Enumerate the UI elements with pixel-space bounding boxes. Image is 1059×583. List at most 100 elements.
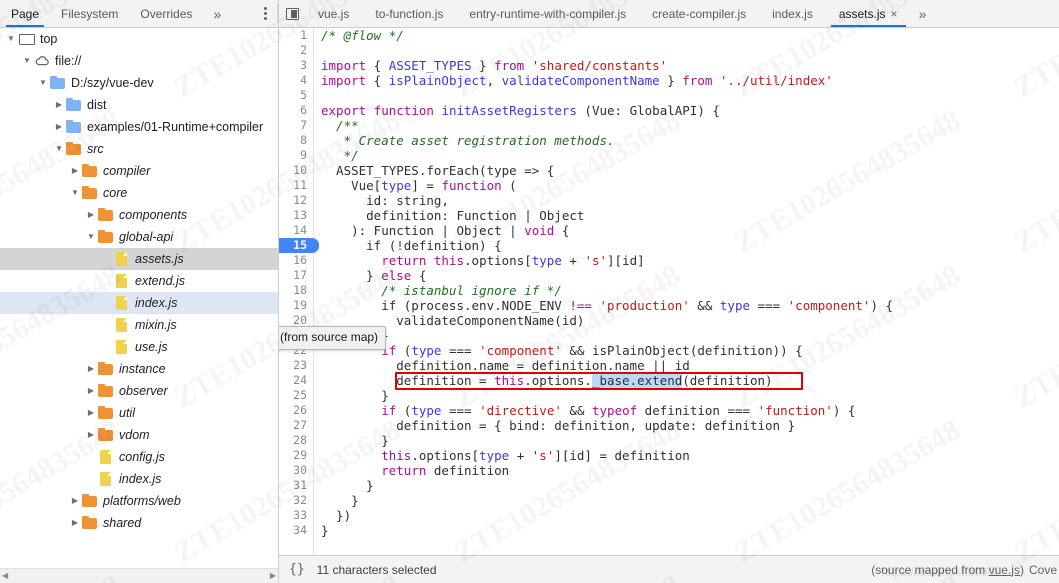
code-line-21[interactable]: 21 }	[279, 328, 1059, 343]
code-line-23[interactable]: 23 definition.name = definition.name || …	[279, 358, 1059, 373]
tree-item-mixin-js[interactable]: mixin.js	[0, 314, 278, 336]
source-tab-vue-js[interactable]: vue.js	[305, 0, 362, 27]
twisty-closed-icon[interactable]	[52, 98, 66, 112]
line-number[interactable]: 9	[279, 148, 313, 163]
line-number[interactable]: 34	[279, 523, 313, 538]
line-number[interactable]: 23	[279, 358, 313, 373]
code-editor[interactable]: 1/* @flow */2 3 import { ASSET_TYPES } fro…	[279, 28, 1059, 555]
twisty-open-icon[interactable]	[36, 76, 50, 90]
line-number[interactable]: 3	[279, 58, 313, 73]
twisty-closed-icon[interactable]	[84, 208, 98, 222]
code-line-22[interactable]: 22 if (type === 'component' && isPlainOb…	[279, 343, 1059, 358]
tree-item-use-js[interactable]: use.js	[0, 336, 278, 358]
code-line-3[interactable]: 3 import { ASSET_TYPES } from 'shared/con…	[279, 58, 1059, 73]
navigator-horizontal-scrollbar[interactable]: ◀ ▶	[0, 568, 278, 583]
line-number[interactable]: 10	[279, 163, 313, 178]
code-line-29[interactable]: 29 this.options[type + 's'][id] = defini…	[279, 448, 1059, 463]
tree-item-extend-js[interactable]: extend.js	[0, 270, 278, 292]
twisty-closed-icon[interactable]	[84, 384, 98, 398]
line-number[interactable]: 18	[279, 283, 313, 298]
code-line-30[interactable]: 30 return definition	[279, 463, 1059, 478]
line-number[interactable]: 11	[279, 178, 313, 193]
code-line-17[interactable]: 17 } else {	[279, 268, 1059, 283]
code-line-25[interactable]: 25 }	[279, 388, 1059, 403]
tree-item-config-js[interactable]: config.js	[0, 446, 278, 468]
code-line-28[interactable]: 28 }	[279, 433, 1059, 448]
code-line-14[interactable]: 14 ): Function | Object | void {	[279, 223, 1059, 238]
code-line-31[interactable]: 31 }	[279, 478, 1059, 493]
coverage-label[interactable]: Cove	[1029, 563, 1057, 577]
pretty-print-icon[interactable]: {}	[289, 562, 305, 577]
code-line-32[interactable]: 32 }	[279, 493, 1059, 508]
code-line-18[interactable]: 18 /* istanbul ignore if */	[279, 283, 1059, 298]
tree-item-index-js[interactable]: index.js	[0, 292, 278, 314]
twisty-closed-icon[interactable]	[84, 406, 98, 420]
line-number[interactable]: 33	[279, 508, 313, 523]
line-number[interactable]: 30	[279, 463, 313, 478]
twisty-closed-icon[interactable]	[68, 516, 82, 530]
tree-item-src[interactable]: src	[0, 138, 278, 160]
code-line-11[interactable]: 11 Vue[type] = function (	[279, 178, 1059, 193]
twisty-open-icon[interactable]	[4, 32, 18, 46]
code-line-10[interactable]: 10 ASSET_TYPES.forEach(type => {	[279, 163, 1059, 178]
code-line-5[interactable]: 5	[279, 88, 1059, 103]
code-line-6[interactable]: 6 export function initAssetRegisters (Vue…	[279, 103, 1059, 118]
tree-item-core[interactable]: core	[0, 182, 278, 204]
source-more-tabs-icon[interactable]: »	[911, 0, 935, 27]
tree-item-examples-01-runtime-compiler[interactable]: examples/01-Runtime+compiler	[0, 116, 278, 138]
tree-item-index-js[interactable]: index.js	[0, 468, 278, 490]
line-number[interactable]: 14	[279, 223, 313, 238]
scroll-left-arrow-icon[interactable]: ◀	[2, 572, 8, 580]
line-number[interactable]: 1	[279, 28, 313, 43]
twisty-open-icon[interactable]	[52, 142, 66, 156]
tab-filesystem[interactable]: Filesystem	[50, 0, 129, 27]
twisty-open-icon[interactable]	[84, 230, 98, 244]
tree-item-file[interactable]: file://	[0, 50, 278, 72]
code-line-8[interactable]: 8 * Create asset registration methods.	[279, 133, 1059, 148]
tree-item-shared[interactable]: shared	[0, 512, 278, 534]
source-tab-to-function-js[interactable]: to-function.js	[362, 0, 456, 27]
scroll-right-arrow-icon[interactable]: ▶	[270, 572, 276, 580]
code-line-26[interactable]: 26 if (type === 'directive' && typeof de…	[279, 403, 1059, 418]
source-tab-index-js[interactable]: index.js	[759, 0, 826, 27]
twisty-closed-icon[interactable]	[84, 362, 98, 376]
code-line-7[interactable]: 7 /**	[279, 118, 1059, 133]
twisty-open-icon[interactable]	[20, 54, 34, 68]
source-tab-assets-js[interactable]: assets.js ×	[826, 0, 911, 27]
twisty-closed-icon[interactable]	[52, 120, 66, 134]
line-number[interactable]: 15	[279, 238, 319, 253]
code-line-9[interactable]: 9 */	[279, 148, 1059, 163]
code-line-19[interactable]: 19 if (process.env.NODE_ENV !== 'product…	[279, 298, 1059, 313]
line-number[interactable]: 6	[279, 103, 313, 118]
line-number[interactable]: 4	[279, 73, 313, 88]
source-tab-create-compiler-js[interactable]: create-compiler.js	[639, 0, 759, 27]
tree-item-instance[interactable]: instance	[0, 358, 278, 380]
line-number[interactable]: 17	[279, 268, 313, 283]
twisty-closed-icon[interactable]	[84, 428, 98, 442]
line-number[interactable]: 2	[279, 43, 313, 58]
code-line-24[interactable]: 24 definition = this.options._base.exten…	[279, 373, 1059, 388]
tree-item-d-szy-vue-dev[interactable]: D:/szy/vue-dev	[0, 72, 278, 94]
line-number[interactable]: 12	[279, 193, 313, 208]
line-number[interactable]: 28	[279, 433, 313, 448]
line-number[interactable]: 5	[279, 88, 313, 103]
source-map-note[interactable]: (source mapped from vue.js)	[871, 563, 1024, 577]
code-line-4[interactable]: 4 import { isPlainObject, validateCompone…	[279, 73, 1059, 88]
tree-item-top[interactable]: top	[0, 28, 278, 50]
navigator-more-tabs-icon[interactable]: »	[203, 0, 231, 27]
code-line-16[interactable]: 16 return this.options[type + 's'][id]	[279, 253, 1059, 268]
line-number[interactable]: 7	[279, 118, 313, 133]
tree-item-components[interactable]: components	[0, 204, 278, 226]
close-icon[interactable]: ×	[891, 8, 898, 20]
line-number[interactable]: 8	[279, 133, 313, 148]
line-number[interactable]: 29	[279, 448, 313, 463]
code-line-12[interactable]: 12 id: string,	[279, 193, 1059, 208]
tree-item-compiler[interactable]: compiler	[0, 160, 278, 182]
navigator-menu-icon[interactable]	[252, 0, 278, 27]
line-number[interactable]: 19	[279, 298, 313, 313]
twisty-open-icon[interactable]	[68, 186, 82, 200]
line-number[interactable]: 26	[279, 403, 313, 418]
tree-item-dist[interactable]: dist	[0, 94, 278, 116]
tab-page[interactable]: Page	[0, 0, 50, 27]
tree-item-global-api[interactable]: global-api	[0, 226, 278, 248]
